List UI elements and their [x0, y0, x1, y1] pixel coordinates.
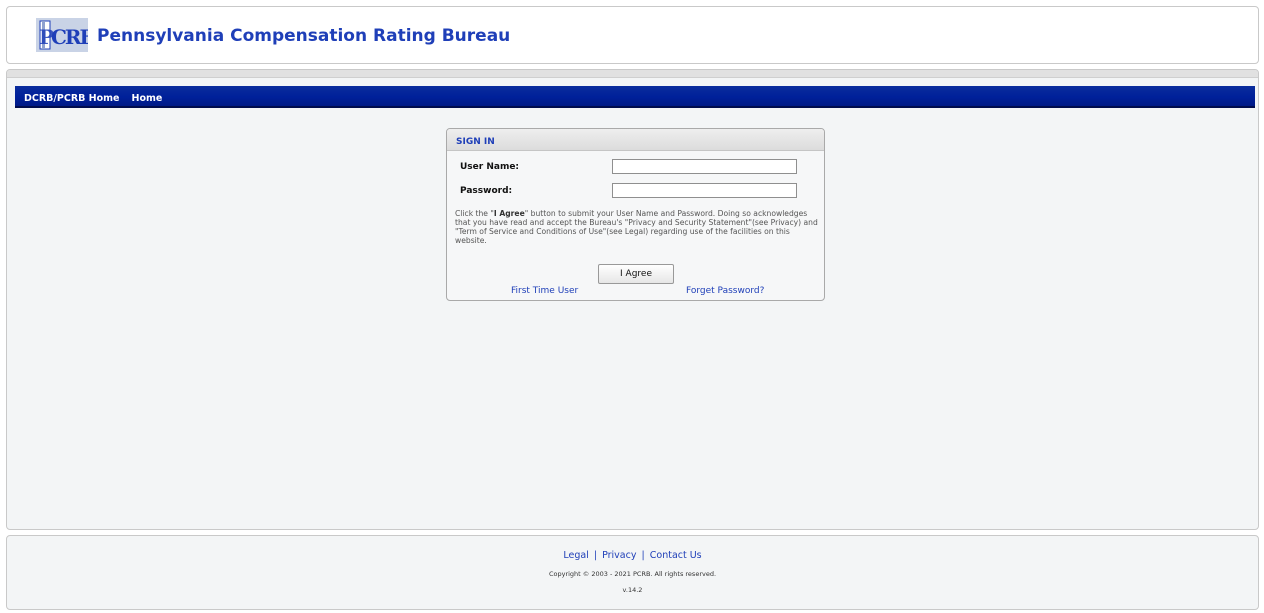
svg-text:CRB: CRB — [51, 25, 88, 49]
contact-us-link[interactable]: Contact Us — [650, 550, 702, 561]
signin-title: SIGN IN — [456, 137, 495, 147]
notice-text-start: Click the " — [455, 209, 494, 218]
footer-separator: | — [641, 550, 645, 561]
nav-dcrb-pcrb-home[interactable]: DCRB/PCRB Home — [15, 89, 126, 109]
password-input[interactable] — [612, 183, 797, 198]
svg-text:P: P — [39, 25, 54, 49]
notice-bold-text: I Agree — [493, 209, 525, 218]
main-topbar — [7, 70, 1258, 78]
signin-box: SIGN IN User Name: Password: Click the "… — [446, 128, 825, 301]
copyright-text: Copyright © 2003 - 2021 PCRB. All rights… — [548, 570, 717, 578]
version-text: v.14.2 — [622, 586, 643, 594]
nav-home[interactable]: Home — [126, 89, 169, 109]
footer-separator: | — [593, 550, 598, 561]
signin-header: SIGN IN — [447, 129, 824, 151]
site-footer: Legal | Privacy | Contact Us Copyright ©… — [6, 535, 1259, 610]
i-agree-button[interactable]: I Agree — [598, 264, 674, 284]
username-input[interactable] — [612, 159, 797, 174]
legal-link[interactable]: Legal — [563, 550, 588, 561]
forgot-password-link[interactable]: Forget Password? — [686, 286, 764, 296]
site-header: CRB P Pennsylvania Compensation Rating B… — [6, 6, 1259, 64]
pcrb-logo: CRB P — [36, 18, 88, 52]
first-time-user-link[interactable]: First Time User — [511, 286, 578, 296]
password-label: Password: — [460, 186, 513, 196]
top-nav: DCRB/PCRB Home Home — [15, 86, 1255, 108]
footer-links: Legal | Privacy | Contact Us — [7, 550, 1258, 561]
username-label: User Name: — [460, 162, 520, 172]
site-title: Pennsylvania Compensation Rating Bureau — [97, 26, 511, 46]
agreement-notice: Click the "I Agree" button to submit you… — [455, 209, 820, 245]
main-panel: DCRB/PCRB Home Home SIGN IN User Name: Pa… — [6, 69, 1259, 530]
privacy-link[interactable]: Privacy — [602, 550, 636, 561]
